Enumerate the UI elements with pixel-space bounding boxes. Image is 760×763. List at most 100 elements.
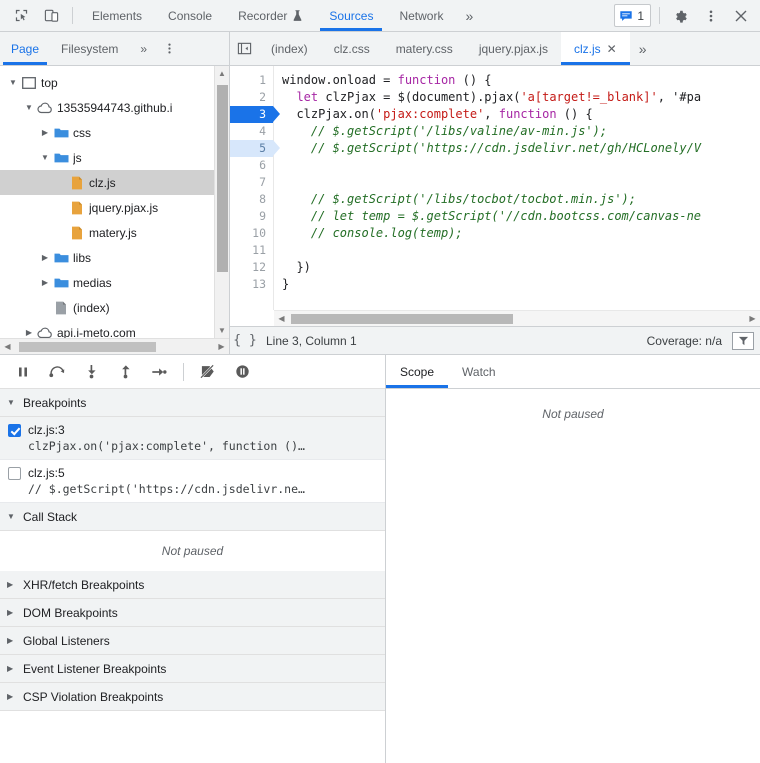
step-button[interactable] [144,359,174,385]
tab-sources[interactable]: Sources [316,0,386,31]
tree-item-api-i-meto-com[interactable]: ▶api.i-meto.com [0,320,214,338]
chevron-right-icon: ▶ [7,636,17,645]
tree-item-top[interactable]: ▼top [0,70,214,95]
editor-tabs-overflow-icon[interactable]: » [630,32,656,65]
navigator-more-icon[interactable] [158,32,180,65]
scroll-up-icon[interactable]: ▲ [215,66,230,81]
breakpoint-item[interactable]: clz.js:5// $.getScript('https://cdn.jsde… [0,460,385,503]
tree-item-clz-js[interactable]: clz.js [0,170,214,195]
line-number-3[interactable]: 3 [230,106,273,123]
tab-console[interactable]: Console [155,0,225,31]
scroll-right-icon[interactable]: ▶ [214,342,229,351]
deactivate-breakpoints-button[interactable] [193,359,223,385]
breakpoints-section-header[interactable]: ▼ Breakpoints [0,389,385,417]
code-scroll-left-icon[interactable]: ◀ [274,314,289,323]
tab-recorder[interactable]: Recorder [225,0,316,31]
tab-page[interactable]: Page [0,32,50,65]
resume-button[interactable] [8,359,38,385]
line-number-1[interactable]: 1 [230,72,273,89]
main-tabs-overflow-icon[interactable]: » [456,0,482,31]
breakpoint-item[interactable]: clz.js:3clzPjax.on('pjax:complete', func… [0,417,385,460]
code-hscroll-thumb[interactable] [291,314,513,324]
tab-elements[interactable]: Elements [79,0,155,31]
tab-filesystem[interactable]: Filesystem [50,32,129,65]
line-number-gutter[interactable]: 12345678910111213 [230,66,274,310]
tree-item-libs[interactable]: ▶libs [0,245,214,270]
editor-tab-close-icon[interactable]: ✕ [607,42,617,56]
line-number-7[interactable]: 7 [230,174,273,191]
chevron-right-icon[interactable]: ▶ [22,328,36,337]
code-hscroll-track[interactable] [289,311,745,327]
pause-on-exceptions-button[interactable] [227,359,257,385]
navigator-pane: Page Filesystem » ▼top▼13535944743.githu… [0,32,230,354]
scroll-track[interactable] [215,81,230,323]
code-content[interactable]: window.onload = function () { let clzPja… [274,66,760,310]
pretty-print-icon[interactable]: { } [230,333,260,348]
tree-item-css[interactable]: ▶css [0,120,214,145]
chevron-down-icon[interactable]: ▼ [6,78,20,87]
editor-tab-clz-js[interactable]: clz.js ✕ [561,32,630,65]
editor-horizontal-scrollbar[interactable]: ◀ ▶ [274,310,760,326]
scroll-down-icon[interactable]: ▼ [215,323,230,338]
breakpoint-checkbox[interactable] [8,467,21,480]
step-over-button[interactable] [42,359,72,385]
inspect-cursor-icon[interactable] [6,0,36,31]
line-number-9[interactable]: 9 [230,208,273,225]
chevron-down-icon[interactable]: ▼ [22,103,36,112]
filter-icon[interactable] [732,332,754,350]
line-number-12[interactable]: 12 [230,259,273,276]
tree-item-index[interactable]: (index) [0,295,214,320]
hscroll-track[interactable] [15,339,214,355]
section-header-xhr-fetch-breakpoints[interactable]: ▶XHR/fetch Breakpoints [0,571,385,599]
line-number-8[interactable]: 8 [230,191,273,208]
line-number-13[interactable]: 13 [230,276,273,293]
code-editor[interactable]: 12345678910111213 window.onload = functi… [230,66,760,310]
line-number-4[interactable]: 4 [230,123,273,140]
step-out-button[interactable] [110,359,140,385]
chevron-right-icon[interactable]: ▶ [38,253,52,262]
chevron-right-icon[interactable]: ▶ [38,278,52,287]
line-number-10[interactable]: 10 [230,225,273,242]
line-number-5[interactable]: 5 [230,140,273,157]
gear-icon[interactable] [666,0,696,31]
device-toolbar-icon[interactable] [36,0,66,31]
breakpoints-list: clz.js:3clzPjax.on('pjax:complete', func… [0,417,385,503]
chevron-right-icon[interactable]: ▶ [38,128,52,137]
line-number-6[interactable]: 6 [230,157,273,174]
line-number-11[interactable]: 11 [230,242,273,259]
section-header-dom-breakpoints[interactable]: ▶DOM Breakpoints [0,599,385,627]
kebab-icon[interactable] [696,0,726,31]
tab-sources-label: Sources [329,9,373,23]
tab-watch[interactable]: Watch [448,355,510,388]
js-file-icon [68,176,86,190]
navigator-vertical-scrollbar[interactable]: ▲ ▼ [214,66,229,338]
tree-item-medias[interactable]: ▶medias [0,270,214,295]
tree-item-matery-js[interactable]: matery.js [0,220,214,245]
editor-tab-matery-css[interactable]: matery.css [383,32,466,65]
scroll-thumb[interactable] [217,85,228,272]
call-stack-section-header[interactable]: ▼ Call Stack [0,503,385,531]
line-number-2[interactable]: 2 [230,89,273,106]
navigator-horizontal-scrollbar[interactable]: ◀ ▶ [0,338,229,354]
editor-tab-index[interactable]: (index) [258,32,321,65]
tab-scope[interactable]: Scope [386,355,448,388]
tab-network[interactable]: Network [386,0,456,31]
chevron-down-icon[interactable]: ▼ [38,153,52,162]
section-header-csp-violation-breakpoints[interactable]: ▶CSP Violation Breakpoints [0,683,385,711]
breakpoint-checkbox[interactable] [8,424,21,437]
tree-item-js[interactable]: ▼js [0,145,214,170]
step-into-button[interactable] [76,359,106,385]
hscroll-thumb[interactable] [19,342,156,352]
scroll-left-icon[interactable]: ◀ [0,342,15,351]
code-scroll-right-icon[interactable]: ▶ [745,314,760,323]
navigator-tabs-overflow-icon[interactable]: » [129,32,158,65]
collapse-sidebar-icon[interactable] [230,32,258,65]
section-header-event-listener-breakpoints[interactable]: ▶Event Listener Breakpoints [0,655,385,683]
message-badge[interactable]: 1 [614,4,651,27]
tree-item-jquery-pjax-js[interactable]: jquery.pjax.js [0,195,214,220]
tree-item-13535944743-github-i[interactable]: ▼13535944743.github.i [0,95,214,120]
editor-tab-jquery-pjax-js[interactable]: jquery.pjax.js [466,32,561,65]
section-header-global-listeners[interactable]: ▶Global Listeners [0,627,385,655]
editor-tab-clz-css[interactable]: clz.css [321,32,383,65]
close-icon[interactable] [726,0,756,31]
